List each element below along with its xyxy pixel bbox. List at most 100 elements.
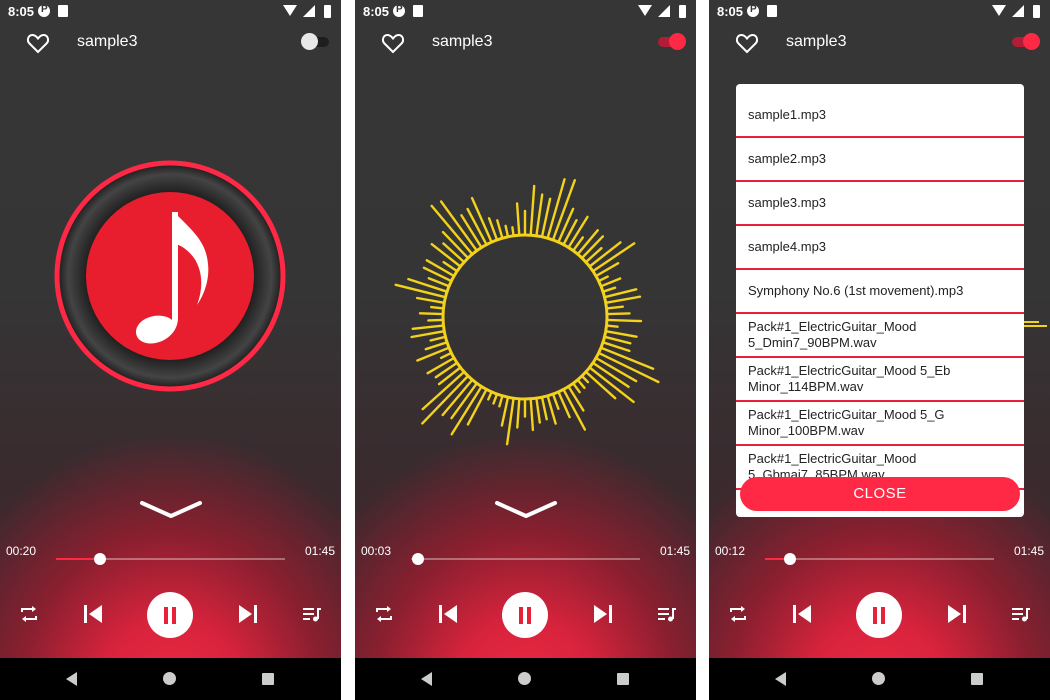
pause-button[interactable] bbox=[856, 592, 902, 638]
pause-button[interactable] bbox=[502, 592, 548, 638]
playlist-item[interactable]: Pack#1_ElectricGuitar_Mood 5_G Minor_100… bbox=[736, 402, 1024, 446]
skip-previous-icon[interactable] bbox=[436, 602, 460, 626]
queue-music-icon[interactable] bbox=[1011, 604, 1031, 624]
player-screen-album: 8:05 sample3 0 bbox=[0, 0, 341, 700]
playlist-list: sample1.mp3 sample2.mp3 sample3.mp3 samp… bbox=[736, 94, 1024, 490]
seek-bar[interactable] bbox=[765, 553, 994, 565]
system-nav-bar bbox=[355, 658, 696, 700]
visualizer-bar bbox=[439, 200, 479, 252]
seek-thumb[interactable] bbox=[93, 553, 106, 565]
nav-back-icon[interactable] bbox=[421, 672, 432, 686]
repeat-icon[interactable] bbox=[727, 603, 749, 625]
heart-outline-icon[interactable] bbox=[381, 32, 405, 54]
chevron-down-icon[interactable] bbox=[138, 497, 204, 523]
pause-icon bbox=[164, 607, 168, 624]
nav-recents-icon[interactable] bbox=[971, 673, 983, 685]
sd-card-icon bbox=[58, 5, 68, 17]
pause-button[interactable] bbox=[147, 592, 193, 638]
seek-bar[interactable] bbox=[56, 553, 285, 565]
visualizer-bar bbox=[601, 286, 617, 293]
visualizer-bar bbox=[594, 261, 620, 278]
track-title: sample3 bbox=[77, 33, 138, 50]
wifi-icon bbox=[638, 5, 652, 16]
visualizer-bar bbox=[442, 242, 466, 264]
audio-visualizer[interactable] bbox=[355, 170, 696, 510]
repeat-icon[interactable] bbox=[18, 603, 40, 625]
playlist-item[interactable]: Pack#1_ElectricGuitar_Mood 5_Dmin7_90BPM… bbox=[736, 314, 1024, 358]
visualizer-toggle[interactable] bbox=[656, 32, 686, 52]
queue-music-icon[interactable] bbox=[657, 604, 677, 624]
heart-outline-icon[interactable] bbox=[26, 32, 50, 54]
queue-music-icon[interactable] bbox=[302, 604, 322, 624]
chevron-down-icon[interactable] bbox=[493, 497, 559, 523]
pause-icon bbox=[519, 607, 523, 624]
toggle-thumb bbox=[669, 33, 686, 50]
visualizer-bar bbox=[605, 305, 624, 310]
system-nav-bar bbox=[709, 658, 1050, 700]
wifi-icon bbox=[992, 5, 1006, 16]
playlist-item-label: sample2.mp3 bbox=[748, 151, 827, 166]
nav-home-icon[interactable] bbox=[872, 672, 885, 685]
heart-outline-icon[interactable] bbox=[735, 32, 759, 54]
seek-thumb[interactable] bbox=[784, 553, 797, 565]
playlist-item[interactable]: sample2.mp3 bbox=[736, 138, 1024, 182]
visualizer-bar bbox=[576, 378, 586, 390]
top-bar: sample3 bbox=[0, 26, 341, 60]
track-title: sample3 bbox=[432, 33, 493, 50]
playlist-item[interactable]: Pack#1_ElectricGuitar_Mood 5_Eb Minor_11… bbox=[736, 358, 1024, 402]
visualizer-bar bbox=[416, 296, 446, 305]
close-button[interactable]: CLOSE bbox=[740, 477, 1020, 511]
visualizer-bar bbox=[567, 385, 585, 412]
battery-icon bbox=[1033, 5, 1040, 18]
track-title: sample3 bbox=[786, 33, 847, 50]
skip-next-icon[interactable] bbox=[945, 602, 969, 626]
nav-home-icon[interactable] bbox=[518, 672, 531, 685]
player-screen-playlist: 8:05 sample3 sample1.mp3 sample2.mp3 sam… bbox=[709, 0, 1050, 700]
nav-back-icon[interactable] bbox=[66, 672, 77, 686]
seek-thumb[interactable] bbox=[411, 553, 424, 565]
playlist-item-label: sample4.mp3 bbox=[748, 239, 827, 254]
visualizer-bar bbox=[535, 396, 542, 424]
status-bar: 8:05 bbox=[0, 0, 341, 24]
visualizer-toggle[interactable] bbox=[1010, 32, 1040, 52]
visualizer-bar bbox=[429, 305, 445, 310]
skip-next-icon[interactable] bbox=[591, 602, 615, 626]
playlist-item[interactable]: sample1.mp3 bbox=[736, 94, 1024, 138]
status-bar: 8:05 bbox=[709, 0, 1050, 24]
playback-controls bbox=[0, 592, 341, 638]
nav-recents-icon[interactable] bbox=[617, 673, 629, 685]
nav-back-icon[interactable] bbox=[775, 672, 786, 686]
dialog-top-strip bbox=[736, 84, 1024, 94]
status-time: 8:05 bbox=[717, 4, 744, 19]
skip-next-icon[interactable] bbox=[236, 602, 260, 626]
nav-recents-icon[interactable] bbox=[262, 673, 274, 685]
visualizer-bar bbox=[603, 335, 632, 345]
sd-card-icon bbox=[413, 5, 423, 17]
playlist-item-label: sample1.mp3 bbox=[748, 107, 827, 122]
visualizer-bar bbox=[535, 193, 544, 238]
repeat-icon[interactable] bbox=[373, 603, 395, 625]
skip-previous-icon[interactable] bbox=[81, 602, 105, 626]
visualizer-bar bbox=[557, 207, 575, 244]
visualizer-toggle[interactable] bbox=[301, 32, 331, 52]
visualizer-bar bbox=[605, 318, 643, 323]
playlist-item[interactable]: sample3.mp3 bbox=[736, 182, 1024, 226]
status-time: 8:05 bbox=[363, 4, 390, 19]
visualizer-bar bbox=[504, 224, 510, 239]
playlist-item[interactable]: Symphony No.6 (1st movement).mp3 bbox=[736, 270, 1024, 314]
app-notification-icon bbox=[747, 4, 759, 17]
cell-signal-icon bbox=[658, 5, 670, 17]
skip-previous-icon[interactable] bbox=[790, 602, 814, 626]
pause-icon-bar bbox=[172, 607, 176, 624]
system-nav-bar bbox=[0, 658, 341, 700]
visualizer-bar bbox=[418, 312, 445, 316]
album-art[interactable] bbox=[54, 160, 286, 392]
playlist-item[interactable]: sample4.mp3 bbox=[736, 226, 1024, 270]
visualizer-bar bbox=[437, 366, 462, 386]
visualizer-bar bbox=[427, 318, 445, 322]
visualizer-bar bbox=[424, 341, 449, 351]
battery-icon bbox=[679, 5, 686, 18]
nav-home-icon[interactable] bbox=[163, 672, 176, 685]
seek-bar[interactable] bbox=[411, 553, 640, 565]
visualizer-bar bbox=[540, 395, 548, 421]
